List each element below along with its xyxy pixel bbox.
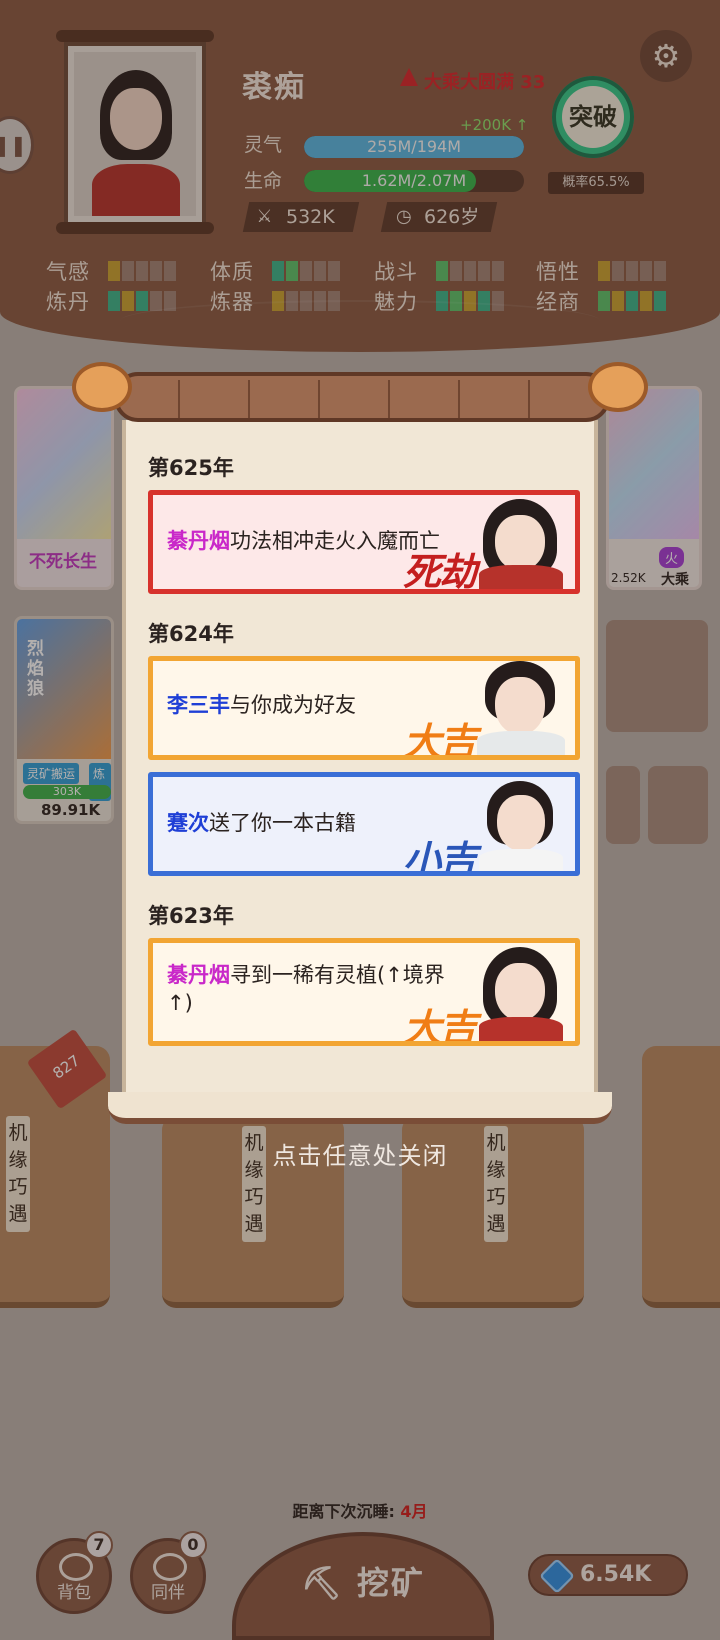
scroll-bottom-edge: [108, 1092, 612, 1124]
event-card-death: 綦丹烟功法相冲走火入魔而亡 死劫: [148, 490, 580, 594]
event-text: 送了你一本古籍: [209, 811, 356, 835]
scroll-ornament-right: [588, 362, 648, 412]
event-actor: 綦丹烟: [167, 963, 230, 987]
scroll-ornament-left: [72, 362, 132, 412]
event-text: 与你成为好友: [230, 693, 356, 717]
scroll-rod: [114, 372, 610, 422]
npc-avatar: [471, 495, 571, 589]
year-heading: 第624年: [148, 622, 234, 646]
event-actor: 綦丹烟: [167, 529, 230, 553]
event-card-herb: 綦丹烟寻到一稀有灵植(↑境界↑) 大吉: [148, 938, 580, 1046]
event-card-friend: 李三丰与你成为好友 大吉: [148, 656, 580, 760]
npc-avatar: [471, 777, 571, 871]
event-actor: 蹇次: [167, 811, 209, 835]
npc-avatar: [471, 943, 571, 1041]
fate-stamp: 小吉: [403, 838, 477, 876]
close-hint: 点击任意处关闭: [272, 1142, 448, 1170]
fate-stamp: 死劫: [403, 550, 477, 594]
year-heading: 第625年: [148, 456, 234, 480]
fate-stamp: 大吉: [403, 1006, 477, 1046]
npc-avatar: [471, 661, 571, 755]
event-card-gift: 蹇次送了你一本古籍 小吉: [148, 772, 580, 876]
event-actor: 李三丰: [167, 693, 230, 717]
year-heading: 第623年: [148, 904, 234, 928]
fate-stamp: 大吉: [403, 720, 477, 760]
